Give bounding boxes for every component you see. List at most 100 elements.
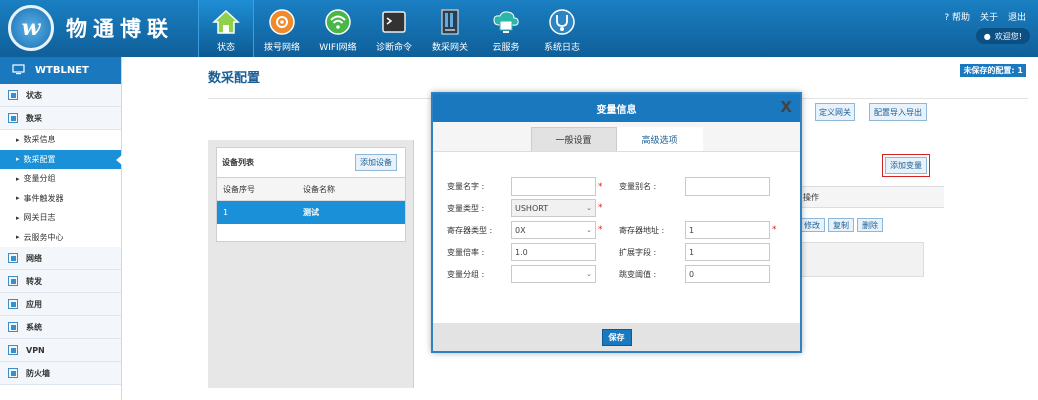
sidebar-item-data-info[interactable]: 数采信息: [0, 130, 121, 150]
sidebar-section-status[interactable]: 状态: [0, 84, 121, 107]
help-link[interactable]: ? 帮助: [944, 10, 970, 23]
chevron-down-icon: ⌄: [586, 204, 592, 212]
unsaved-config-badge[interactable]: 未保存的配置: 1: [960, 64, 1026, 77]
dialog-footer: 保存: [433, 323, 800, 351]
device-list-title: 设备列表: [222, 158, 254, 167]
add-variable-button[interactable]: 添加变量: [885, 157, 927, 174]
section-icon: [8, 368, 18, 378]
group-row: 变量分组 : ⌄: [447, 265, 596, 283]
about-link[interactable]: 关于: [980, 10, 998, 23]
nav-label: 系统日志: [543, 43, 580, 53]
section-icon: [8, 345, 18, 355]
section-icon: [8, 253, 18, 263]
brand-name: 物通博联: [66, 17, 174, 41]
tab-general[interactable]: 一般设置: [530, 127, 617, 151]
group-label: 变量分组 :: [447, 269, 485, 279]
gateway-icon: [435, 8, 465, 36]
sidebar-item-event-trigger[interactable]: 事件触发器: [0, 189, 121, 209]
edit-button[interactable]: 修改: [799, 218, 825, 232]
nav-label: 状态: [216, 43, 235, 53]
var-alias-field[interactable]: [685, 177, 770, 196]
sidebar-title: WTBLNET: [35, 65, 89, 76]
nav-diagnose[interactable]: 诊断命令: [366, 0, 422, 57]
add-device-button[interactable]: 添加设备: [355, 154, 397, 171]
ext-row: 扩展字段 : 1: [619, 243, 770, 261]
save-button[interactable]: 保存: [601, 328, 632, 346]
jump-row: 跳变阈值 : 0: [619, 265, 770, 283]
nav-label: 诊断命令: [375, 43, 412, 53]
rate-field[interactable]: 1.0: [511, 243, 596, 261]
close-icon[interactable]: X: [780, 98, 792, 116]
nav-syslog[interactable]: 系统日志: [534, 0, 590, 57]
ops-column-header: 操作: [799, 186, 944, 208]
var-type-select[interactable]: USHORT ⌄: [511, 199, 596, 217]
row-name: 测试: [303, 208, 319, 217]
var-name-row: 变量名字 : *: [447, 177, 604, 196]
rate-label: 变量倍率 :: [447, 247, 485, 257]
sidebar-item-cloud-center[interactable]: 云服务中心: [0, 228, 121, 248]
group-select[interactable]: ⌄: [511, 265, 596, 283]
var-type-row: 变量类型 : USHORT ⌄ *: [447, 199, 604, 217]
copy-button[interactable]: 复制: [828, 218, 854, 232]
import-export-button[interactable]: 配置导入导出: [869, 103, 927, 121]
var-name-field[interactable]: [511, 177, 596, 196]
ext-label: 扩展字段 :: [619, 247, 657, 257]
sidebar-section-app[interactable]: 应用: [0, 293, 121, 316]
col-name: 设备名称: [303, 184, 335, 194]
logo-mark: w: [8, 5, 54, 51]
main-nav: 状态 拨号网络 WIFI网络 诊断命令 数采网关 云服务 系统日志: [198, 0, 590, 57]
nav-label: 数采网关: [431, 43, 468, 53]
sidebar-item-var-group[interactable]: 变量分组: [0, 169, 121, 189]
ext-field[interactable]: 1: [685, 243, 770, 261]
sidebar: WTBLNET 状态 数采 数采信息 数采配置 变量分组 事件触发器 网关日志 …: [0, 57, 122, 400]
nav-label: WIFI网络: [319, 43, 357, 53]
table-row[interactable]: 1 测试: [217, 201, 405, 224]
sidebar-section-network[interactable]: 网络: [0, 247, 121, 270]
var-alias-label: 变量别名 :: [619, 182, 657, 191]
nav-status[interactable]: 状态: [198, 0, 254, 57]
nav-wifi[interactable]: WIFI网络: [310, 0, 366, 57]
nav-gateway[interactable]: 数采网关: [422, 0, 478, 57]
define-gateway-button[interactable]: 定义网关: [815, 103, 855, 121]
nav-label: 云服务: [492, 43, 520, 53]
sidebar-section-vpn[interactable]: VPN: [0, 339, 121, 362]
jump-label: 跳变阈值 :: [619, 269, 657, 279]
logout-link[interactable]: 退出: [1008, 10, 1026, 23]
delete-button[interactable]: 删除: [857, 218, 883, 232]
nav-label: 拨号网络: [263, 43, 300, 53]
sidebar-section-firewall[interactable]: 防火墙: [0, 362, 121, 385]
section-icon: [8, 113, 18, 123]
variable-info-dialog: 变量信息 X 一般设置 高级选项 变量名字 : * 变量别名 : 变量类型 : …: [431, 92, 802, 353]
section-icon: [8, 299, 18, 309]
reg-type-select[interactable]: 0X ⌄: [511, 221, 596, 239]
chevron-down-icon: ⌄: [586, 270, 592, 278]
chevron-down-icon: ⌄: [586, 226, 592, 234]
device-table-header: 设备序号 设备名称: [217, 178, 405, 201]
nav-cloud[interactable]: 云服务: [478, 0, 534, 57]
user-welcome[interactable]: ● 欢迎您!: [975, 28, 1030, 44]
wifi-icon: [323, 8, 353, 36]
row-actions: 修改 复制 删除: [799, 218, 883, 232]
nav-dialup[interactable]: 拨号网络: [254, 0, 310, 57]
stethoscope-icon: [547, 8, 577, 36]
variable-form: 变量名字 : * 变量别名 : 变量类型 : USHORT ⌄ * 寄存器类型 :…: [433, 152, 800, 324]
add-variable-highlight: 添加变量: [882, 154, 930, 177]
reg-addr-row: 寄存器地址 : 1 *: [619, 221, 778, 239]
dialog-title-bar: 变量信息 X: [433, 94, 800, 122]
sidebar-item-gateway-log[interactable]: 网关日志: [0, 208, 121, 228]
sidebar-section-forward[interactable]: 转发: [0, 270, 121, 293]
var-name-label: 变量名字 :: [447, 182, 485, 191]
terminal-icon: [379, 8, 409, 36]
rate-row: 变量倍率 : 1.0: [447, 243, 596, 261]
section-icon: [8, 276, 18, 286]
sidebar-section-system[interactable]: 系统: [0, 316, 121, 339]
sidebar-item-data-config[interactable]: 数采配置: [0, 149, 122, 169]
jump-field[interactable]: 0: [685, 265, 770, 283]
var-alias-row: 变量别名 :: [619, 177, 770, 196]
sidebar-header: WTBLNET: [0, 57, 121, 84]
required-mark: *: [598, 203, 603, 213]
device-list-header: 设备列表 添加设备: [217, 148, 405, 178]
reg-addr-field[interactable]: 1: [685, 221, 770, 239]
tab-advanced[interactable]: 高级选项: [616, 127, 703, 151]
sidebar-section-data[interactable]: 数采: [0, 107, 121, 130]
